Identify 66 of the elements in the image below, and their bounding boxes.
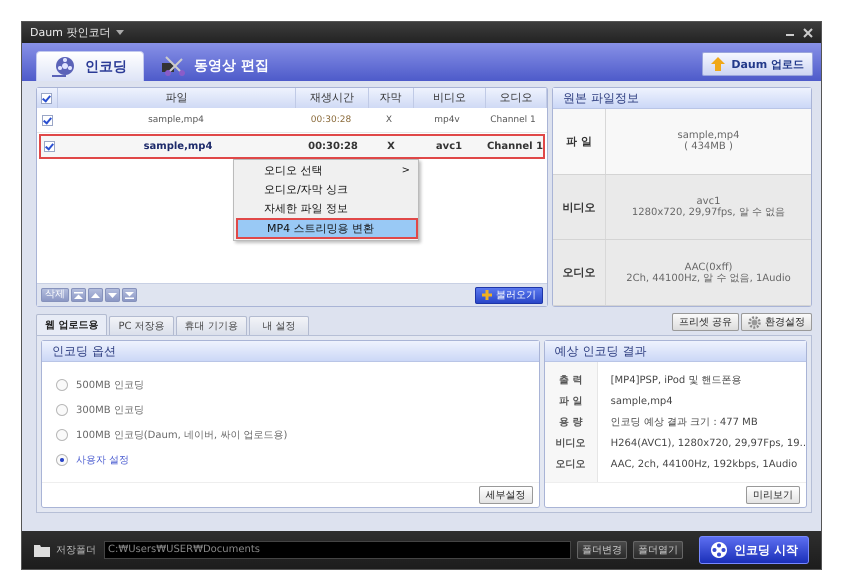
main-tab[interactable]: 동영상 편집: [146, 51, 285, 81]
panel-title: 인코딩 옵션: [42, 341, 539, 362]
option-label[interactable]: 500MB 인코딩: [76, 378, 144, 392]
table-cell-text: sample,mp4: [142, 140, 214, 152]
table-cell-text: Channel 1: [489, 115, 537, 125]
result-value: 인코딩 예상 결과 크기 : 477 MB: [610, 416, 758, 429]
option-label[interactable]: 사용자 설정: [76, 452, 130, 466]
path-field[interactable]: C:₩Users₩USER₩Documents: [104, 541, 571, 559]
load-button[interactable]: 불러오기: [475, 286, 543, 304]
menu-item[interactable]: 오디오/자막 싱크: [234, 180, 418, 199]
column-header[interactable]: 오디오: [486, 88, 548, 108]
table-cell-text: avc1: [434, 140, 464, 152]
start-encoding-button[interactable]: 인코딩 시작: [699, 536, 810, 564]
table-cell-text: sample,mp4: [147, 115, 205, 125]
open-folder-button[interactable]: 폴더열기: [633, 541, 683, 559]
result-label: 출 력: [558, 374, 584, 387]
result-label: 파 일: [558, 395, 584, 408]
preset-tab[interactable]: PC 저장용: [109, 316, 174, 335]
option-label[interactable]: 300MB 인코딩: [76, 402, 144, 416]
settings-button[interactable]: 환경설정: [741, 313, 812, 331]
submenu-arrow: >: [402, 165, 410, 176]
info-value: 2Ch, 44100Hz, 알 수 없음, 1Audio: [626, 272, 791, 284]
column-header[interactable]: 재생시간: [296, 88, 369, 108]
info-label: 파 일: [553, 109, 606, 174]
change-folder-button[interactable]: 폴더변경: [577, 541, 627, 559]
column-header[interactable]: 자막: [368, 88, 414, 108]
menu-item[interactable]: 자세한 파일 정보: [234, 199, 418, 218]
result-value: [MP4]PSP, iPod 및 핸드폰용: [610, 374, 742, 387]
table-cell-text: X: [384, 115, 394, 125]
table-cell-text: 00:30:28: [307, 140, 359, 152]
panel-title: 원본 파일정보: [553, 88, 811, 109]
upload-button[interactable]: Daum 업로드: [702, 52, 813, 76]
info-value: 1280x720, 29,97fps, 알 수 없음: [632, 207, 786, 218]
menu-item[interactable]: 오디오 선택 >: [234, 161, 418, 180]
table-cell-text: 00:30:28: [310, 115, 352, 125]
detail-settings-button[interactable]: 세부설정: [478, 486, 533, 504]
info-label: 오디오: [553, 240, 606, 306]
menu-item[interactable]: MP4 스트리밍용 변환: [237, 219, 417, 238]
option-label[interactable]: 100MB 인코딩(Daum, 네이버, 싸이 업로드용): [76, 428, 288, 442]
result-value: AAC, 2ch, 44100Hz, 192kbps, 1Audio: [610, 458, 798, 470]
result-label: 용 량: [558, 416, 584, 429]
column-header[interactable]: 파일: [58, 88, 296, 108]
preset-tab[interactable]: 웹 업로드용: [36, 314, 108, 335]
table-cell-text: mp4v: [433, 115, 461, 125]
result-value: sample,mp4: [610, 396, 673, 406]
file-row[interactable]: sample,mp4 00:30:28 X avc1 Channel 1: [39, 134, 545, 159]
preset-tab[interactable]: 내 설정: [248, 316, 309, 335]
info-label: 비디오: [553, 174, 606, 240]
panel-title: 예상 인코딩 결과: [544, 341, 806, 362]
info-value: ( 434MB ): [684, 141, 733, 152]
result-label: 오디오: [554, 458, 587, 471]
preset-tab[interactable]: 휴대 기기용: [176, 316, 247, 335]
preset-share-button[interactable]: 프리셋 공유: [672, 313, 739, 331]
info-value: AAC(0xff): [684, 262, 732, 273]
info-value: avc1: [696, 196, 720, 207]
window-title: Daum 팟인코더: [30, 25, 110, 40]
table-cell-text: Channel 1: [486, 140, 544, 152]
result-value: H264(AVC1), 1280x720, 29,97Fps, 19..: [610, 438, 806, 448]
result-label: 비디오: [554, 437, 587, 450]
file-row[interactable]: sample,mp4 00:30:28 X mp4v Channel 1: [37, 108, 547, 133]
column-header[interactable]: 비디오: [414, 88, 486, 108]
folder-label: 저장폴더: [56, 544, 96, 557]
main-tab[interactable]: 인코딩: [36, 51, 144, 81]
preview-button[interactable]: 미리보기: [746, 486, 800, 504]
table-cell-text: X: [386, 140, 396, 152]
info-value: sample,mp4: [678, 130, 740, 142]
